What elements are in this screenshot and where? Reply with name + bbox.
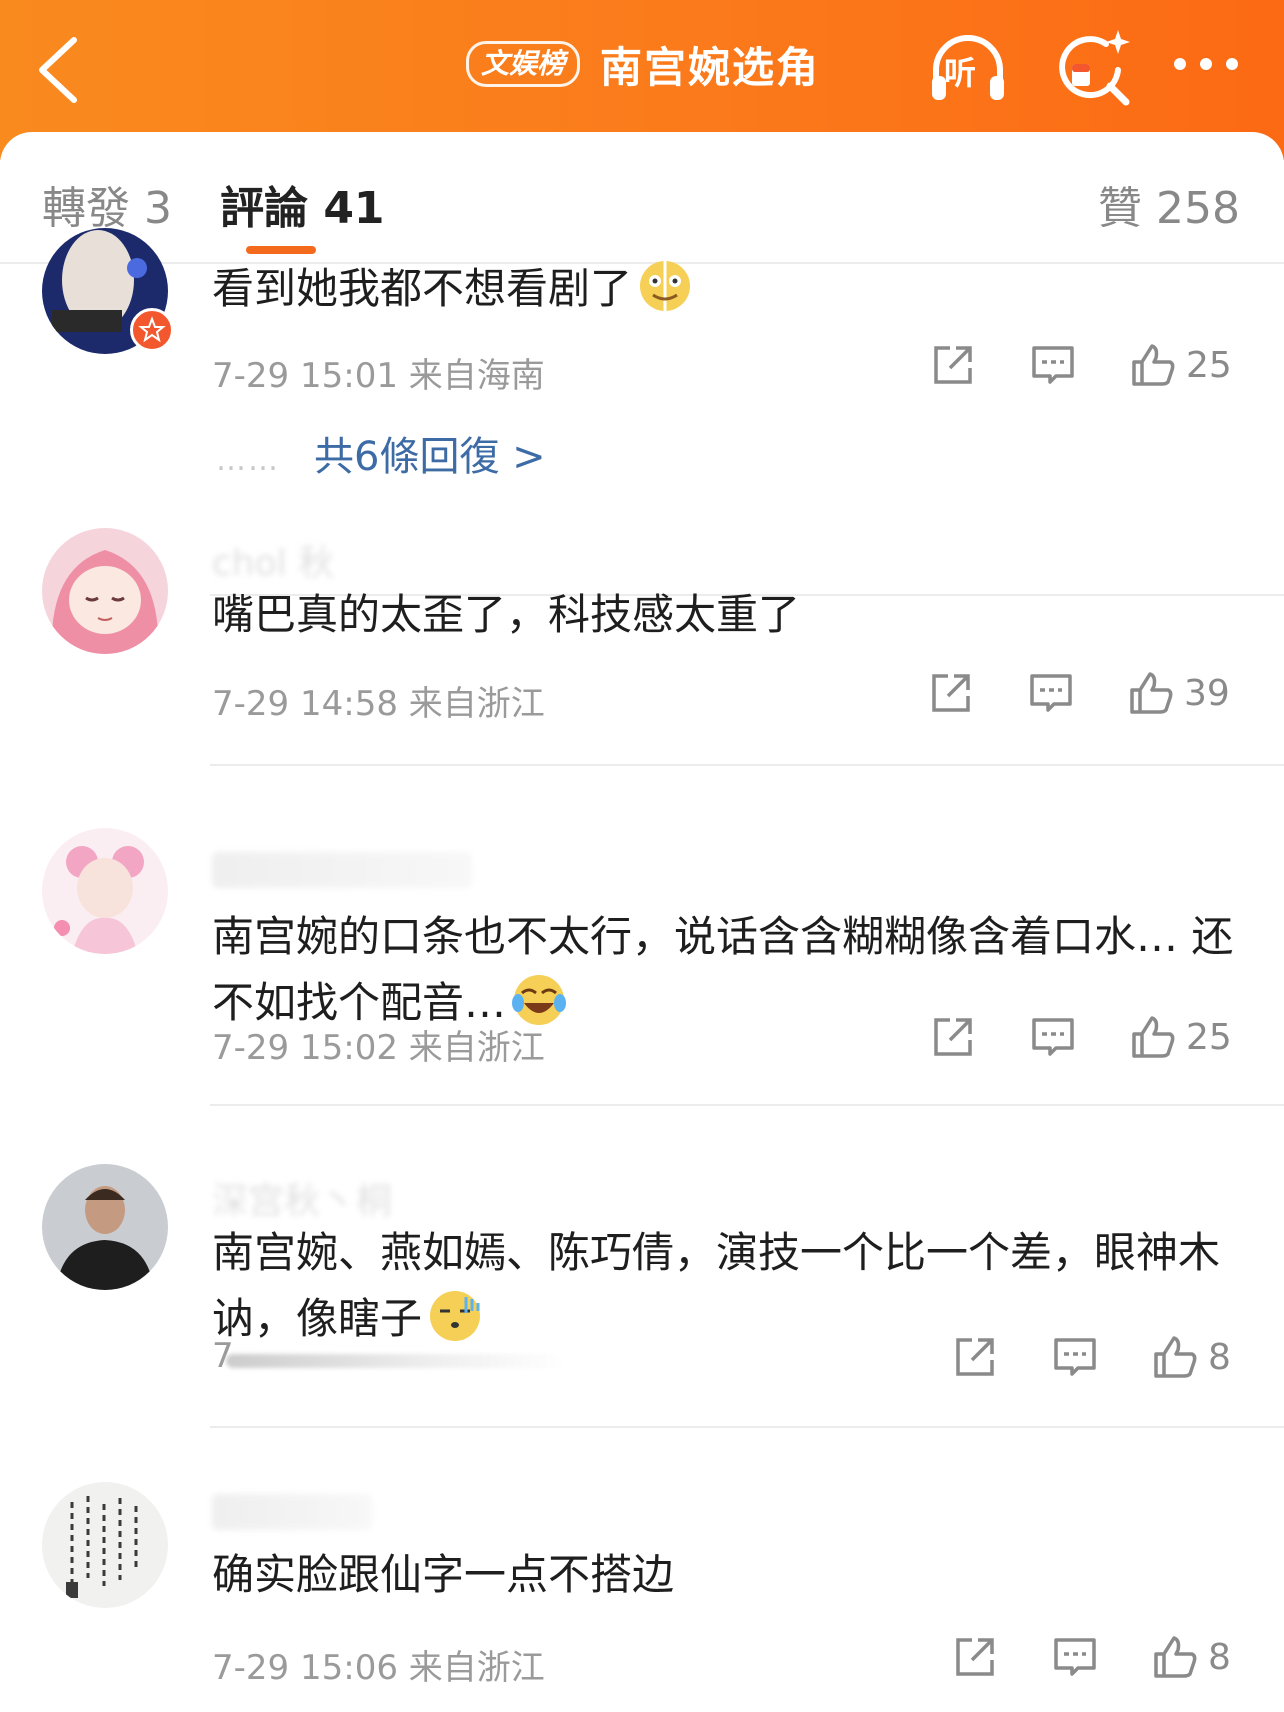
listen-button[interactable]: 听 bbox=[926, 26, 1010, 110]
speechless-emoji-icon bbox=[430, 1291, 481, 1341]
avatar[interactable] bbox=[42, 528, 168, 654]
comment-meta: 7-29 15:06 来自浙江 bbox=[212, 1648, 545, 1688]
title-group: 文娱榜 南宫婉选角 bbox=[466, 34, 820, 94]
like-count: 39 bbox=[1184, 672, 1230, 714]
back-button[interactable] bbox=[28, 28, 108, 108]
comment-icon[interactable] bbox=[1030, 1014, 1076, 1060]
comment-panel: 轉發 3 評論 41 贊 258 看到她我都不想看剧了 7-29 15:01 来… bbox=[0, 132, 1284, 1712]
comment-item: 南宫婉的口条也不太行，说话含含糊糊像含着口水… 还不如找个配音… 7-29 15… bbox=[0, 828, 1284, 1172]
share-icon[interactable] bbox=[930, 1014, 976, 1060]
view-replies-link[interactable]: …… 共6條回復 > bbox=[216, 424, 546, 482]
like-button[interactable]: 25 bbox=[1130, 1014, 1232, 1060]
avatar[interactable] bbox=[42, 828, 168, 954]
share-icon[interactable] bbox=[952, 1634, 998, 1680]
meta-redacted bbox=[226, 1354, 566, 1368]
tab-comment[interactable]: 評論 41 bbox=[220, 172, 385, 236]
share-icon[interactable] bbox=[930, 342, 976, 388]
comment-actions: 39 bbox=[928, 670, 1230, 716]
like-button[interactable]: 39 bbox=[1128, 670, 1230, 716]
like-count: 8 bbox=[1208, 1336, 1231, 1378]
avatar[interactable] bbox=[42, 1482, 168, 1608]
ranking-badge[interactable]: 文娱榜 bbox=[466, 41, 581, 87]
sparkle-search-icon bbox=[1059, 30, 1130, 106]
username[interactable]: 深宫秋丶桐 bbox=[212, 1172, 392, 1224]
replies-count: 共6條回復 > bbox=[314, 434, 546, 480]
thumbs-up-icon bbox=[1154, 1636, 1197, 1678]
share-icon[interactable] bbox=[952, 1334, 998, 1380]
like-button[interactable]: 8 bbox=[1152, 1634, 1231, 1680]
thumbs-up-icon bbox=[1130, 672, 1173, 714]
laugh-cry-emoji-icon bbox=[512, 975, 567, 1025]
comment-icon[interactable] bbox=[1052, 1634, 1098, 1680]
comment-text: 南宫婉、燕如嫣、陈巧倩，演技一个比一个差，眼神木讷，像瞎子 bbox=[212, 1228, 1221, 1343]
comment-item: 确实脸跟仙字一点不搭边 7-29 15:06 来自浙江 8 bbox=[0, 1482, 1284, 1712]
star-icon bbox=[138, 316, 166, 343]
like-button[interactable]: 8 bbox=[1152, 1334, 1231, 1380]
username[interactable]: chol 秋 bbox=[212, 534, 334, 586]
like-count: 8 bbox=[1208, 1636, 1231, 1678]
comment-item: chol 秋 嘴巴真的太歪了，科技感太重了 7-29 14:58 来自浙江 39 bbox=[0, 528, 1284, 868]
comment-meta: 7-29 14:58 来自浙江 bbox=[212, 684, 545, 724]
replies-dots: …… bbox=[216, 443, 280, 478]
more-dots-icon bbox=[1174, 58, 1238, 70]
like-button[interactable]: 25 bbox=[1130, 342, 1232, 388]
comment-text: 确实脸跟仙字一点不搭边 bbox=[212, 1550, 675, 1599]
comment-actions: 8 bbox=[952, 1634, 1231, 1680]
comment-meta: 7-29 15:01 来自海南 bbox=[212, 356, 545, 396]
divider bbox=[210, 764, 1284, 766]
more-button[interactable] bbox=[1170, 26, 1254, 110]
thumbs-up-icon bbox=[1132, 344, 1175, 386]
grimace-emoji-icon bbox=[640, 261, 691, 311]
like-count: 25 bbox=[1186, 344, 1232, 386]
comment-actions: 8 bbox=[952, 1334, 1231, 1380]
comment-meta: 7-29 15:02 来自浙江 bbox=[212, 1028, 545, 1068]
comment-actions: 25 bbox=[930, 1014, 1232, 1060]
avatar[interactable] bbox=[42, 1164, 168, 1290]
comment-icon[interactable] bbox=[1030, 342, 1076, 388]
tab-repost[interactable]: 轉發 3 bbox=[42, 172, 172, 236]
ai-search-button[interactable] bbox=[1052, 26, 1136, 110]
comment-text: 嘴巴真的太歪了，科技感太重了 bbox=[212, 590, 801, 639]
comment-actions: 25 bbox=[930, 342, 1232, 388]
listen-label: 听 bbox=[944, 54, 977, 92]
verified-badge bbox=[130, 308, 174, 352]
like-count: 25 bbox=[1186, 1016, 1232, 1058]
comment-icon[interactable] bbox=[1052, 1334, 1098, 1380]
divider bbox=[210, 1426, 1284, 1428]
tab-like[interactable]: 贊 258 bbox=[1098, 172, 1240, 236]
comment-icon[interactable] bbox=[1028, 670, 1074, 716]
divider bbox=[210, 1104, 1284, 1106]
username[interactable] bbox=[212, 852, 472, 888]
username[interactable] bbox=[212, 1494, 372, 1530]
share-icon[interactable] bbox=[928, 670, 974, 716]
thumbs-up-icon bbox=[1154, 1336, 1197, 1378]
comment-item: 深宫秋丶桐 南宫婉、燕如嫣、陈巧倩，演技一个比一个差，眼神木讷，像瞎子 7 8 bbox=[0, 1162, 1284, 1492]
chevron-left-icon bbox=[39, 37, 77, 103]
comment-text: 看到她我都不想看剧了 bbox=[212, 256, 1242, 322]
thumbs-up-icon bbox=[1132, 1016, 1175, 1058]
page-title[interactable]: 南宫婉选角 bbox=[600, 34, 820, 95]
